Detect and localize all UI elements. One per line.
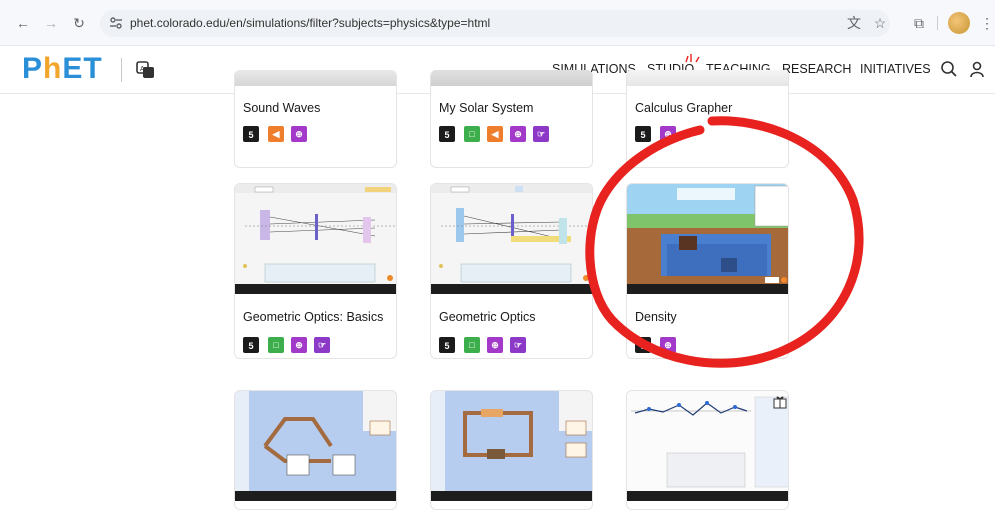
svg-text:A: A [140,66,145,73]
reload-icon[interactable]: ↻ [70,14,88,32]
address-bar[interactable]: phet.colorado.edu/en/simulations/filter?… [100,10,890,37]
sim-thumbnail[interactable] [627,184,789,294]
profile-avatar[interactable] [948,12,970,34]
nav-initiatives[interactable]: INITIATIVES [860,62,931,76]
java-badge-icon: □ [464,337,480,353]
forward-icon[interactable]: → [42,14,60,32]
menu-kebab-icon[interactable]: ⋮ [978,14,995,32]
sim-card-calculus-grapher[interactable]: Calculus Grapher 5 ⊕ [626,70,789,168]
sim-title[interactable]: Density [635,310,677,324]
touch-badge-icon: ☞ [510,337,526,353]
translate-page-icon[interactable]: 文 [845,14,863,32]
language-icon[interactable]: A [135,59,157,81]
nav-research[interactable]: RESEARCH [782,62,851,76]
sim-card-density[interactable]: Density 5 ⊕ [626,183,789,359]
sim-thumbnail[interactable] [431,391,593,501]
interactive-badge-icon: ⊕ [291,126,307,142]
sim-title[interactable]: Calculus Grapher [635,101,732,115]
sim-thumbnail[interactable] [235,391,397,501]
sim-title[interactable]: Geometric Optics [439,310,536,324]
java-badge-icon: □ [464,126,480,142]
html5-badge-icon: 5 [635,126,651,142]
logo-letter-p: P [22,52,44,85]
interactive-badge-icon: ⊕ [291,337,307,353]
sim-card-circuit-2[interactable] [430,390,593,510]
html5-badge-icon: 5 [243,337,259,353]
gift-icon [773,396,787,409]
flash-badge-icon: ◀ [268,126,284,142]
sim-card-geometric-optics[interactable]: Geometric Optics 5 □ ⊕ ☞ [430,183,593,359]
browser-toolbar: ← → ↻ phet.colorado.edu/en/simulations/f… [0,0,995,46]
html5-badge-icon: 5 [439,337,455,353]
java-badge-icon: □ [268,337,284,353]
interactive-badge-icon: ⊕ [660,337,676,353]
sim-card-waves[interactable] [626,390,789,510]
toolbar-divider [937,16,938,30]
html5-badge-icon: 5 [439,126,455,142]
touch-badge-icon: ☞ [533,126,549,142]
sim-thumbnail[interactable] [627,391,789,501]
interactive-badge-icon: ⊕ [487,337,503,353]
sim-card-circuit-1[interactable] [234,390,397,510]
extensions-icon[interactable]: ⧉ [910,14,928,32]
studio-sparkle-icon [685,54,700,63]
sim-title[interactable]: My Solar System [439,101,533,115]
sim-card-sound-waves[interactable]: Sound Waves 5 ◀ ⊕ [234,70,397,168]
interactive-badge-icon: ⊕ [660,126,676,142]
sim-title[interactable]: Sound Waves [243,101,320,115]
url-text: phet.colorado.edu/en/simulations/filter?… [130,16,491,30]
html5-badge-icon: 5 [243,126,259,142]
bookmark-star-icon[interactable]: ☆ [871,14,889,32]
sim-thumbnail[interactable] [627,70,788,86]
search-icon[interactable] [940,60,958,78]
phet-logo[interactable]: PhET [22,52,103,86]
sim-thumbnail[interactable] [431,184,593,294]
interactive-badge-icon: ⊕ [510,126,526,142]
site-settings-icon[interactable] [109,16,123,30]
touch-badge-icon: ☞ [314,337,330,353]
logo-divider [121,58,122,82]
sim-title[interactable]: Geometric Optics: Basics [243,310,383,324]
sim-card-geometric-optics-basics[interactable]: Geometric Optics: Basics 5 □ ⊕ ☞ [234,183,397,359]
logo-letter-h: h [43,52,63,85]
sim-thumbnail[interactable] [235,70,396,86]
flash-badge-icon: ◀ [487,126,503,142]
sim-card-my-solar-system[interactable]: My Solar System 5 □ ◀ ⊕ ☞ [430,70,593,168]
sim-thumbnail[interactable] [235,184,397,294]
back-icon[interactable]: ← [14,14,32,32]
html5-badge-icon: 5 [635,337,651,353]
user-icon[interactable] [968,60,986,78]
sim-thumbnail[interactable] [431,70,592,86]
logo-letters-et: ET [62,52,103,85]
